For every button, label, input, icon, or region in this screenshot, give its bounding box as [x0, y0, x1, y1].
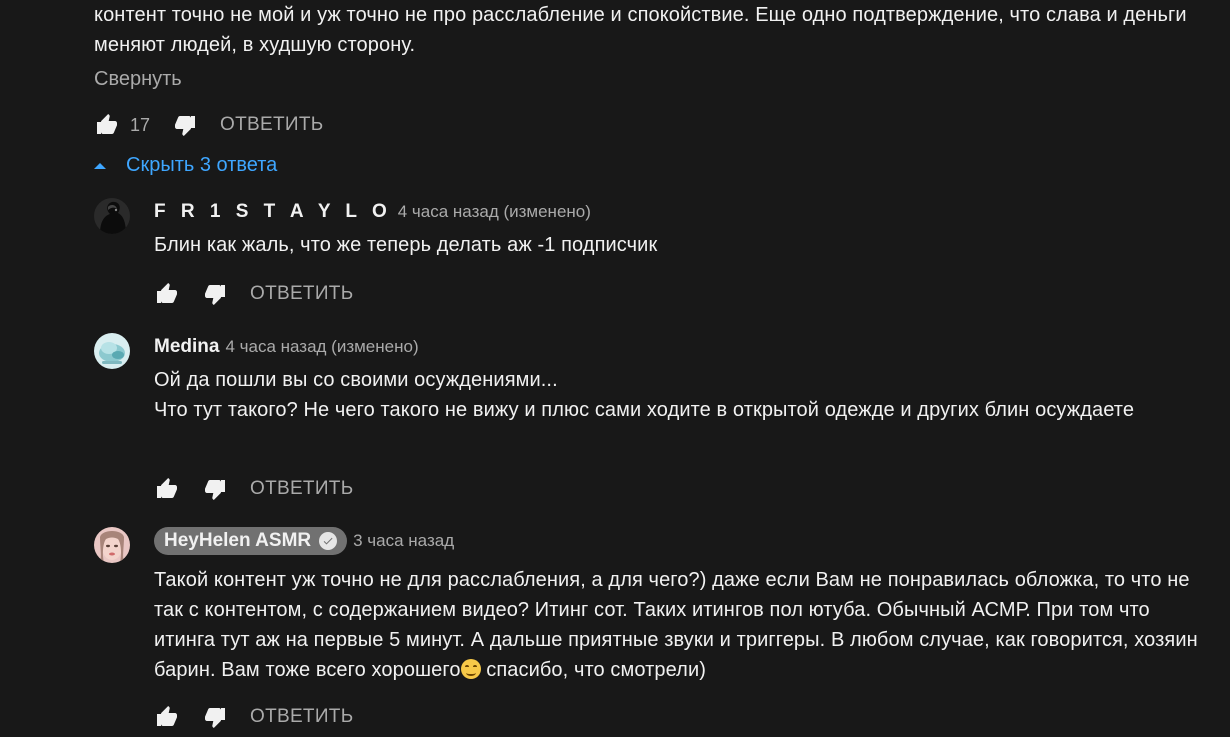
caret-up-icon — [94, 162, 106, 169]
thumb-down-icon — [205, 480, 225, 500]
thumb-up-icon — [157, 478, 177, 498]
reply-text: Такой контент уж точно не для расслаблен… — [154, 565, 1214, 685]
thumb-down-icon — [175, 116, 196, 136]
parent-comment-actions: 17 ОТВЕТИТЬ — [94, 107, 324, 143]
dislike-button[interactable] — [202, 476, 228, 502]
reply-body: Medina 4 часа назад (изменено) Ой да пош… — [154, 333, 1214, 425]
like-button[interactable] — [154, 704, 180, 730]
reply-header: HeyHelen ASMR 3 часа назад — [154, 527, 1214, 555]
author-name[interactable]: F R 1 S T A Y L O — [154, 201, 392, 223]
smiling-face-emoji-icon — [460, 659, 481, 679]
parent-comment-text: контент точно не мой и уж точно не про р… — [94, 4, 1187, 56]
like-button[interactable] — [154, 281, 180, 307]
reply-text: Ой да пошли вы со своими осуждениями... … — [154, 365, 1214, 425]
hide-replies-button[interactable]: Скрыть 3 ответа — [94, 154, 277, 177]
like-count: 17 — [130, 114, 151, 135]
dislike-button[interactable] — [202, 281, 228, 307]
reply-button[interactable]: ОТВЕТИТЬ — [250, 283, 353, 305]
avatar[interactable] — [94, 333, 130, 369]
reply-button[interactable]: ОТВЕТИТЬ — [220, 114, 323, 136]
verified-check-icon — [319, 532, 338, 550]
comment-time[interactable]: 4 часа назад (изменено) — [225, 337, 418, 357]
thumb-up-icon — [157, 283, 177, 303]
thumb-down-icon — [205, 285, 225, 305]
reply-header: Medina 4 часа назад (изменено) — [154, 333, 1214, 361]
thumb-up-icon — [157, 706, 177, 726]
reply-actions: ОТВЕТИТЬ — [154, 699, 353, 735]
reply-text-line: Что тут такого? Не чего такого не вижу и… — [154, 399, 1135, 421]
comment-time[interactable]: 3 часа назад — [353, 531, 454, 551]
avatar[interactable] — [94, 198, 130, 234]
comments-section: контент точно не мой и уж точно не про р… — [0, 0, 1230, 737]
reply-text: Блин как жаль, что же теперь делать аж -… — [154, 234, 658, 256]
owner-badge[interactable]: HeyHelen ASMR — [154, 527, 348, 555]
reply-button[interactable]: ОТВЕТИТЬ — [250, 478, 353, 500]
like-button[interactable] — [94, 112, 120, 138]
reply-body: HeyHelen ASMR 3 часа назад Такой контент… — [154, 527, 1214, 685]
reply-body: F R 1 S T A Y L O 4 часа назад (изменено… — [154, 198, 1214, 260]
reply-text-line: Ой да пошли вы со своими осуждениями... — [154, 369, 558, 391]
thumb-down-icon — [205, 708, 225, 728]
like-button[interactable] — [154, 476, 180, 502]
reply-actions: ОТВЕТИТЬ — [154, 471, 353, 507]
reply-text-part: спасибо, что смотрели) — [480, 659, 706, 681]
reply-header: F R 1 S T A Y L O 4 часа назад (изменено… — [154, 198, 1214, 226]
reply-button[interactable]: ОТВЕТИТЬ — [250, 706, 353, 728]
hide-replies-label: Скрыть 3 ответа — [126, 154, 278, 176]
reply-actions: ОТВЕТИТЬ — [154, 276, 353, 312]
author-name: HeyHelen ASMR — [164, 530, 312, 551]
avatar[interactable] — [94, 527, 130, 563]
author-name[interactable]: Medina — [154, 336, 219, 358]
dislike-button[interactable] — [202, 704, 228, 730]
comment-time[interactable]: 4 часа назад (изменено) — [398, 202, 591, 222]
dislike-button[interactable] — [172, 112, 198, 138]
thumb-up-icon — [97, 114, 117, 134]
collapse-link[interactable]: Свернуть — [94, 68, 182, 91]
